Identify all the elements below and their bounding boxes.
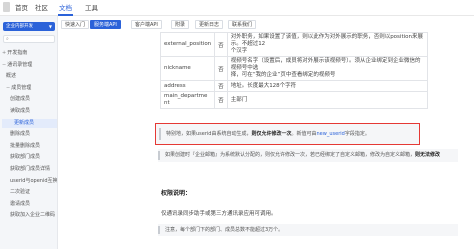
param-name-cell: nickname <box>159 56 216 81</box>
limit-note-box: 注意，每个部门下的部门、成员总数不能超过3万个。 <box>158 224 458 236</box>
sidebar-item-label: 读取成员 <box>10 108 31 114</box>
tab-changelog[interactable]: 更新日志 <box>195 20 224 29</box>
param-desc-line: 对外职务，如果设置了该值，则以此作为对外展示的职务，否则以position来展示… <box>230 34 423 47</box>
tab-contact-us[interactable]: 联系我们 <box>228 20 257 29</box>
logo[interactable] <box>3 2 10 12</box>
note-text: 如果创建时『企业邮箱』为系统默认分配的，则仅允许修改一次，若已经绑定了自定义邮箱… <box>165 151 440 160</box>
param-name: nt <box>164 100 170 106</box>
sidebar-item[interactable]: 更新成员 <box>2 118 57 128</box>
collapse-icon: − <box>6 84 11 91</box>
tab-server-api[interactable]: 服务端API <box>90 20 121 29</box>
sidebar: 企业内部开发 ▼ ⌕ +开发指南 −通讯录管理 概述 −成员管理 创建成员 读取成员 更新成… <box>0 16 58 249</box>
param-name: external_position <box>164 41 212 47</box>
limit-note-text: 注意，每个部门下的部门、成员总数不能超过3万个。 <box>165 227 284 233</box>
sidebar-item[interactable]: 二次验证 <box>10 188 30 197</box>
param-desc-cell: 地址。长度最大128个字符 <box>226 80 428 92</box>
sidebar-item-label: 二次验证 <box>10 189 31 196</box>
table-row: address 否 地址。长度最大128个字符 <box>159 80 428 92</box>
param-desc-line: 主部门 <box>230 96 248 103</box>
nav-tools[interactable]: 工具 <box>85 3 98 13</box>
sidebar-item[interactable]: userid与openid互换 <box>10 177 58 186</box>
sidebar-search-input[interactable]: ⌕ <box>3 35 55 43</box>
param-desc-cell: 对外职务，如果设置了该值，则以此作为对外展示的职务，否则以position来展示… <box>226 32 428 57</box>
param-name: address <box>164 82 186 89</box>
sidebar-item-label: 邀请成员 <box>10 200 31 207</box>
param-name: main_departme <box>164 93 208 99</box>
new-userid-link[interactable]: new_userid <box>317 131 345 137</box>
table-row: external_position 否 对外职务，如果设置了该值，则以此作为对外… <box>159 32 428 57</box>
main-content: external_position 否 对外职务，如果设置了该值，则以此作为对外… <box>58 32 474 249</box>
sidebar-item-label: 通讯录管理 <box>7 61 33 68</box>
notice-bold-text: 则仅允许修改一次 <box>251 131 292 137</box>
param-desc-line: 择，可在“我的企业”页中查看绑定的视频号 <box>230 72 336 78</box>
param-required: 否 <box>214 80 228 92</box>
note-bar <box>158 226 160 234</box>
sidebar-item-label: 创建成员 <box>10 96 31 103</box>
param-required: 否 <box>214 91 228 109</box>
sidebar-item-label: 删除成员 <box>10 131 31 138</box>
sidebar-item[interactable]: 删除成员 <box>10 130 30 139</box>
doc-tabs: 快速入门 服务端API 客户端API 附录 更新日志 联系我们 <box>58 16 474 32</box>
sidebar-item[interactable]: 创建成员 <box>10 95 30 104</box>
sidebar-item-label: 概述 <box>6 73 17 80</box>
expand-icon: + <box>2 50 7 56</box>
param-desc-cell: 视频号名字（设置后，成员将对外展示该视频号）。须从企业绑定到企业微信的视频号中选… <box>226 56 428 81</box>
sidebar-item[interactable]: 获取加入企业二维码 <box>10 211 55 220</box>
param-desc-cell: 主部门 <box>226 91 428 109</box>
param-desc-line: 视频号名字（设置后，成员将对外展示该视频号）。须从企业绑定到企业微信的视频号中选 <box>230 58 421 71</box>
sidebar-item[interactable]: 概述 <box>6 72 16 81</box>
param-desc-line: 地址。长度最大128个字符 <box>230 82 297 89</box>
nav-docs[interactable]: 文档 <box>59 3 72 13</box>
top-navigation: 首页 社区 文档 工具 <box>0 0 474 16</box>
userid-notice-box: 特别地，如果userid由系统自动生成，则仅允许修改一次。新值可由new_use… <box>155 123 420 145</box>
sidebar-item[interactable]: 读取成员 <box>10 107 30 116</box>
sidebar-item[interactable]: 批量删除成员 <box>10 142 40 151</box>
note-text-part: 如果创建时『企业邮箱』为系统默认分配的，则仅允许修改一次，若已经绑定了自定义邮箱… <box>165 152 416 158</box>
params-table: external_position 否 对外职务，如果设置了该值，则以此作为对外… <box>159 32 428 109</box>
notice-text-part: 。新值可由 <box>291 131 317 137</box>
param-name-cell: main_departme nt <box>159 91 216 109</box>
param-name-cell: address <box>159 80 216 92</box>
table-row: nickname 否 视频号名字（设置后，成员将对外展示该视频号）。须从企业绑定… <box>159 56 428 81</box>
email-note-box: 如果创建时『企业邮箱』为系统默认分配的，则仅允许修改一次，若已经绑定了自定义邮箱… <box>158 149 458 162</box>
tab-client-api[interactable]: 客户端API <box>131 20 162 29</box>
sidebar-item[interactable]: +开发指南 <box>2 49 27 58</box>
notice-text-part: 特别地，如果userid由系统自动生成， <box>166 131 252 137</box>
sidebar-item-label: 批量删除成员 <box>10 142 41 149</box>
notice-text: 特别地，如果userid由系统自动生成，则仅允许修改一次。新值可由new_use… <box>166 130 370 138</box>
tab-quick-start[interactable]: 快速入门 <box>61 20 90 29</box>
sidebar-item[interactable]: 邀请成员 <box>10 200 30 209</box>
notice-bar <box>159 128 161 140</box>
sidebar-item[interactable]: 获取部门成员 <box>10 153 40 162</box>
app-type-select-label: 企业内部开发 <box>6 24 33 29</box>
sidebar-item-label: 获取部门成员 <box>10 154 41 161</box>
sidebar-item-label: 获取加入企业二维码 <box>10 212 56 219</box>
sidebar-item[interactable]: −通讯录管理 <box>2 61 32 70</box>
note-bar <box>158 151 160 160</box>
sidebar-item[interactable]: −成员管理 <box>6 84 31 93</box>
sidebar-item-label: 更新成员 <box>14 119 35 126</box>
table-row: main_departme nt 否 主部门 <box>159 91 428 109</box>
permission-text: 仅通讯录同步助手或第三方通讯录应用可调用。 <box>161 211 277 217</box>
permission-title: 权限说明： <box>161 190 192 197</box>
search-icon: ⌕ <box>6 36 9 42</box>
tab-appendix[interactable]: 附录 <box>171 20 190 29</box>
sidebar-item-label: 获取部门成员详情 <box>10 166 51 172</box>
app-type-select[interactable]: 企业内部开发 ▼ <box>3 22 55 31</box>
nav-home[interactable]: 首页 <box>15 3 28 13</box>
nav-community[interactable]: 社区 <box>35 3 48 13</box>
collapse-icon: − <box>2 61 7 68</box>
param-name: nickname <box>164 65 191 71</box>
param-name-cell: external_position <box>159 32 216 57</box>
sidebar-item-label: userid与openid互换 <box>10 177 58 184</box>
note-bold-text: 则无法修改 <box>415 152 441 158</box>
sidebar-item[interactable]: 获取部门成员详情 <box>10 165 50 174</box>
sidebar-item-label: 开发指南 <box>7 50 28 56</box>
notice-text-part: 字段指定。 <box>344 131 370 137</box>
sidebar-item-label: 成员管理 <box>11 84 32 91</box>
param-desc-line: 个汉字 <box>230 48 248 54</box>
chevron-down-icon: ▼ <box>48 24 52 29</box>
param-required: 否 <box>214 56 228 81</box>
param-required: 否 <box>214 32 228 57</box>
